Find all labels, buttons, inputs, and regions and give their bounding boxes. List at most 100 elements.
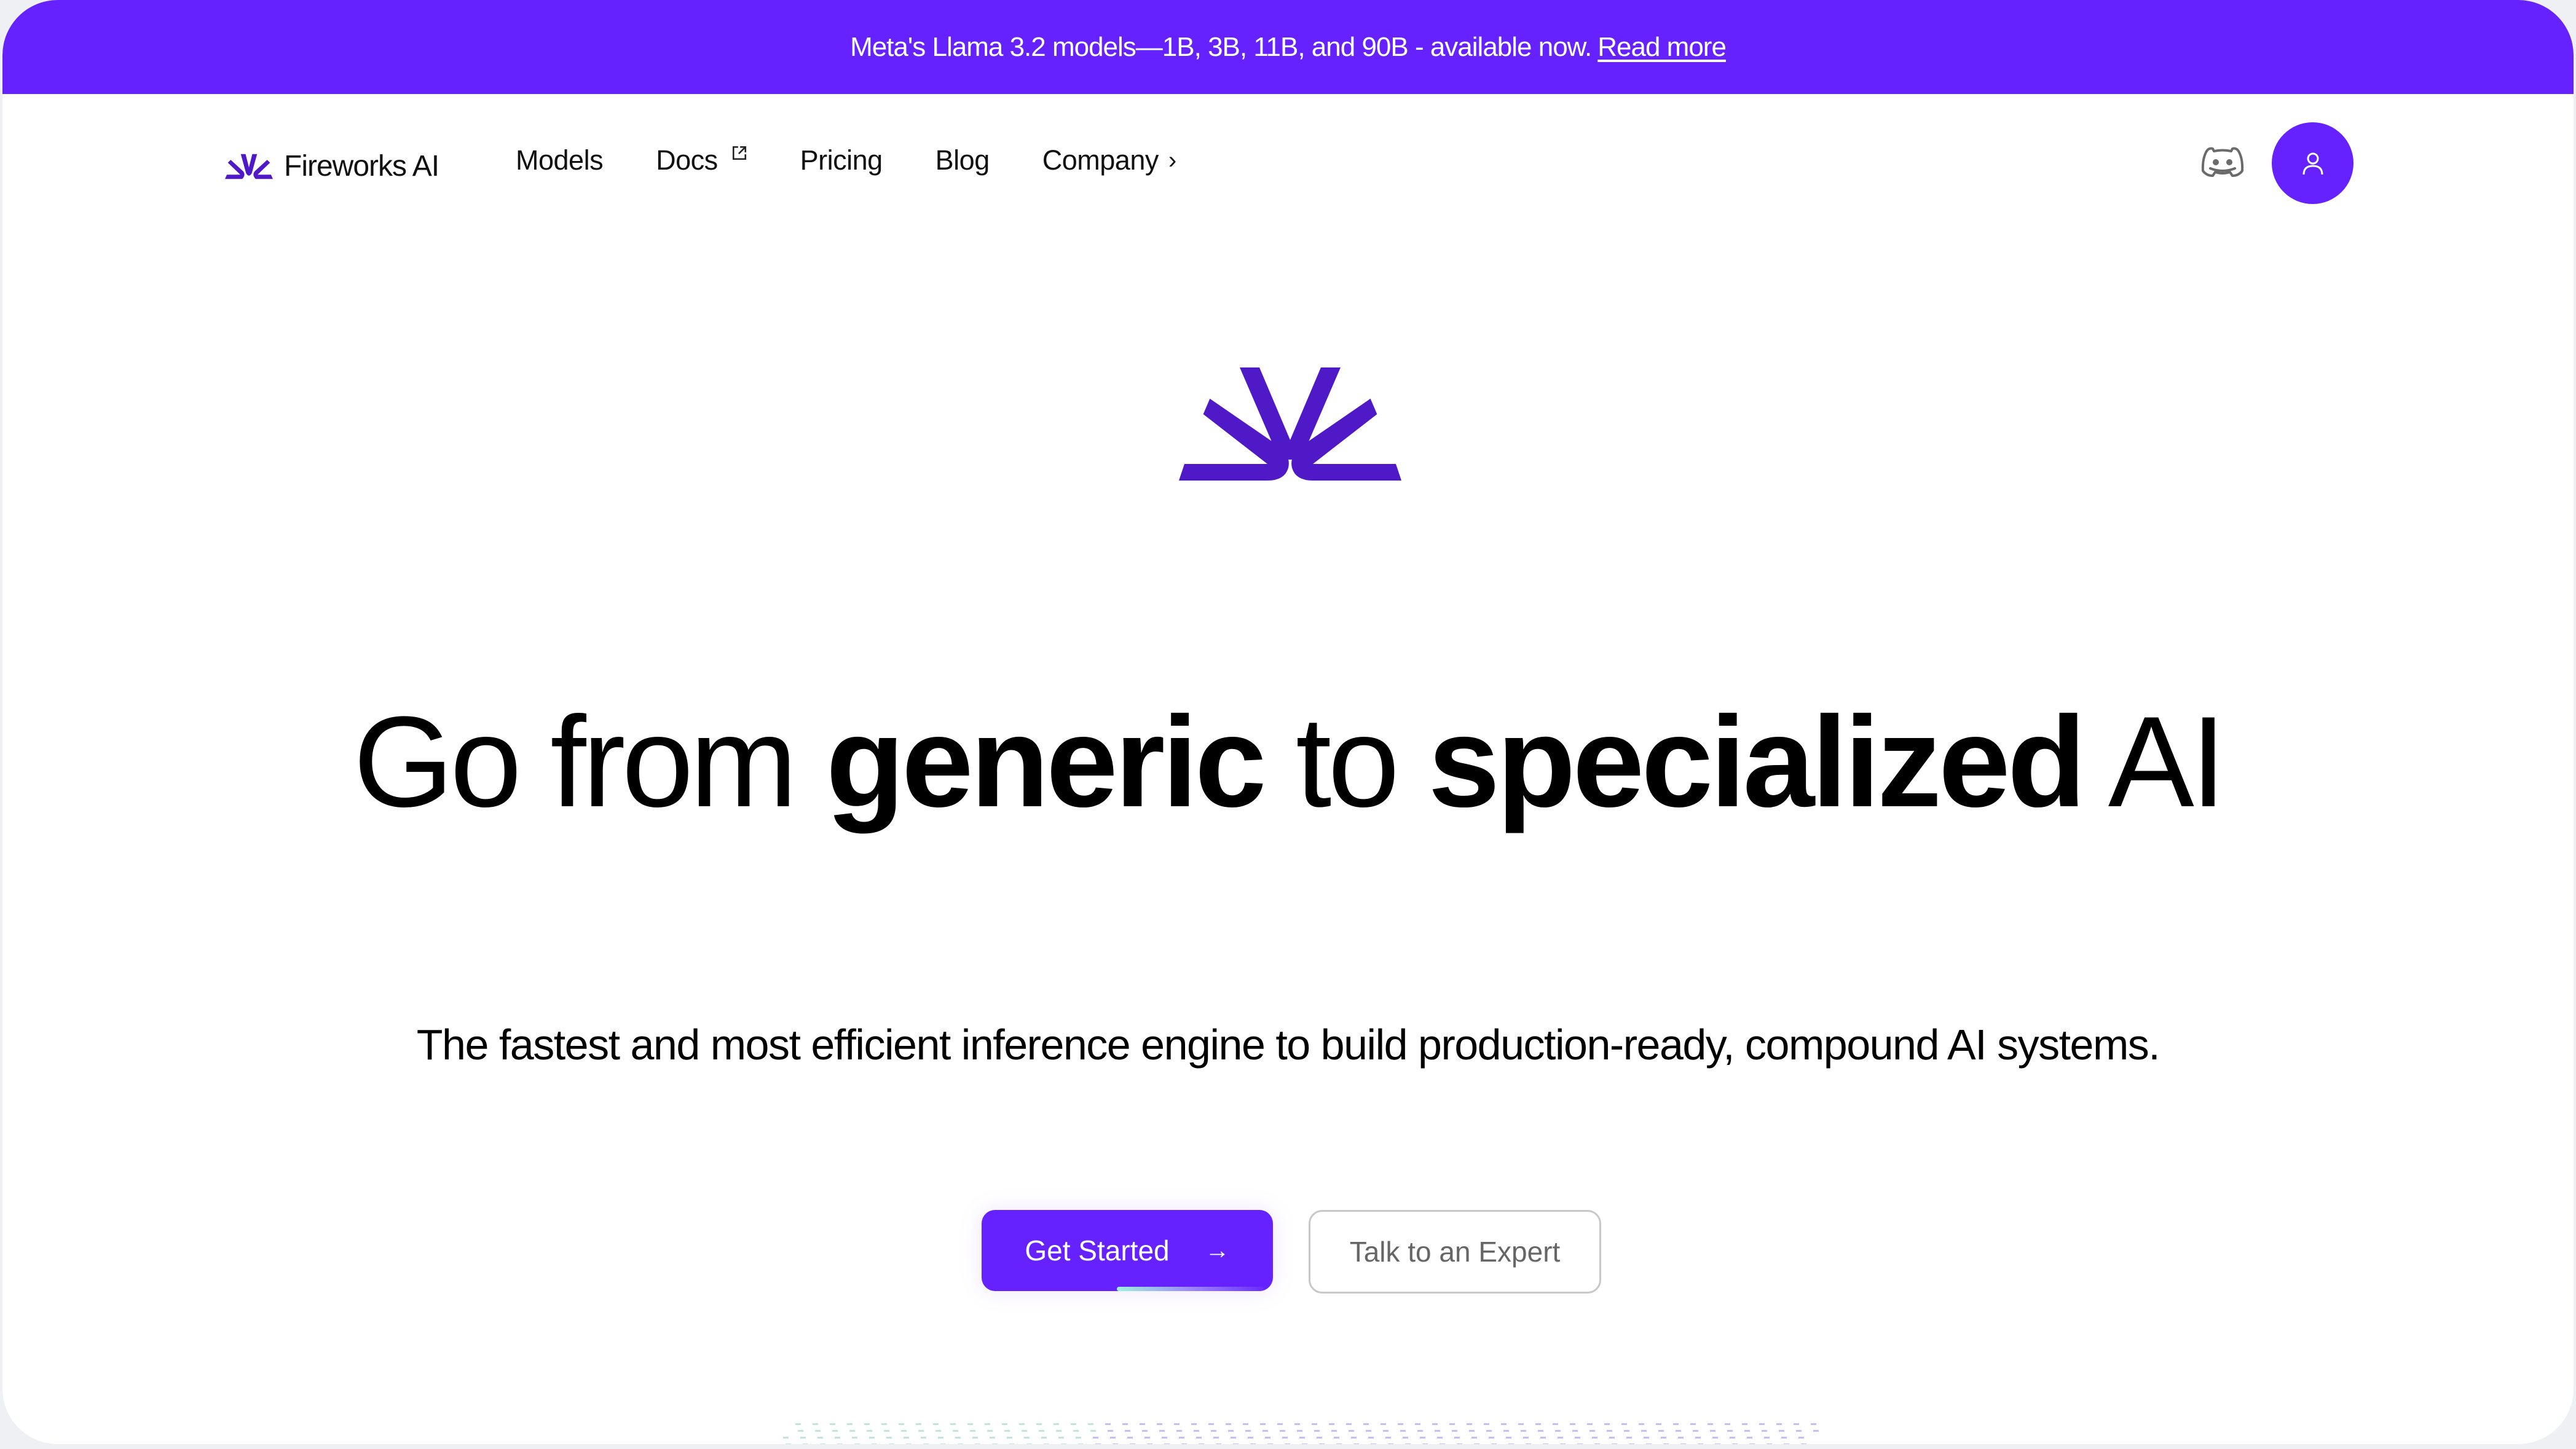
decorative-dot [1142,1430,1148,1432]
decorative-dot [933,1423,939,1425]
decorative-dot [1454,1437,1460,1439]
decorative-dot [1024,1437,1030,1439]
decorative-dot [1113,1443,1118,1444]
decorative-dot [1312,1423,1317,1425]
announcement-banner: Meta's Llama 3.2 models—1B, 3B, 11B, and… [2,0,2574,94]
decorative-dot [987,1430,993,1432]
nav-item-blog[interactable]: Blog [935,144,990,176]
decorative-dot [1801,1443,1806,1444]
nav-item-docs[interactable]: Docs [656,144,747,176]
decorative-dot [1440,1443,1445,1444]
decorative-dot [1260,1423,1266,1425]
decorative-dot [837,1443,843,1444]
nav-item-pricing[interactable]: Pricing [800,144,883,176]
decorative-dot [854,1443,860,1444]
decorative-dot [1612,1443,1617,1444]
decorative-dot [1022,1430,1027,1432]
decorative-dot [1088,1423,1093,1425]
decorative-dot [1140,1423,1145,1425]
nav-item-models[interactable]: Models [516,144,604,176]
headline-text: AI [2083,689,2226,834]
decorative-dot [1009,1443,1015,1444]
decorative-dot [1297,1430,1302,1432]
decorative-dot [1474,1443,1479,1444]
decorative-dot [1764,1437,1770,1439]
decorative-dot [1302,1443,1307,1444]
decorative-dot [1469,1430,1475,1432]
decorative-dot [1191,1423,1197,1425]
decorative-dot [1108,1430,1113,1432]
get-started-button[interactable]: Get Started → [982,1210,1273,1291]
decorative-dot [1054,1423,1059,1425]
brand-logo-link[interactable]: Fireworks AI [225,149,439,183]
decorative-dot [1231,1437,1236,1439]
decorative-dot-pattern [783,1423,1819,1444]
banner-read-more-link[interactable]: Read more [1597,32,1727,63]
decorative-dot [1125,1430,1130,1432]
decorative-dot [1452,1430,1457,1432]
decorative-dot [972,1437,978,1439]
decorative-dot [958,1443,963,1444]
decorative-dot [1639,1423,1644,1425]
decorative-dot [1351,1437,1357,1439]
decorative-dot [904,1437,909,1439]
hero-headline: Go from generic to specialized AI [2,688,2574,836]
decorative-dot [889,1443,894,1444]
decorative-dot [1535,1423,1541,1425]
decorative-dot [1607,1430,1612,1432]
decorative-dot [1503,1430,1509,1432]
decorative-dot [955,1437,961,1439]
decorative-dot [1245,1430,1251,1432]
nav-item-label: Docs [656,144,718,176]
decorative-dot [800,1437,806,1439]
decorative-dot [1560,1443,1566,1444]
browser-viewport: Meta's Llama 3.2 models—1B, 3B, 11B, and… [2,0,2574,1444]
decorative-dot [1130,1443,1135,1444]
decorative-dot [1592,1437,1597,1439]
decorative-dot [1629,1443,1634,1444]
decorative-dot [1538,1430,1543,1432]
decorative-dot [1164,1443,1170,1444]
decorative-dot [1036,1423,1042,1425]
decorative-dot [815,1430,821,1432]
decorative-dot [1317,1437,1322,1439]
decorative-dot [1194,1430,1199,1432]
decorative-dot [1398,1423,1403,1425]
decorative-dot [1759,1423,1765,1425]
decorative-dot [1523,1437,1529,1439]
decorative-dot [1572,1430,1578,1432]
decorative-dot [1196,1437,1202,1439]
decorative-dot [1159,1430,1165,1432]
nav-item-company[interactable]: Company › [1042,144,1176,176]
decorative-dot [1558,1437,1563,1439]
decorative-dot [1213,1437,1219,1439]
discord-icon[interactable] [2200,145,2245,179]
decorative-dot [1176,1430,1182,1432]
decorative-dot [1604,1423,1610,1425]
decorative-dot [1501,1423,1507,1425]
decorative-dot [1658,1430,1664,1432]
decorative-dot [881,1423,887,1425]
hero-subheadline: The fastest and most efficient inference… [416,1021,2160,1069]
decorative-dot [1587,1423,1593,1425]
external-link-icon [732,146,746,160]
decorative-dot [1331,1430,1337,1432]
decorative-dot [1570,1423,1575,1425]
decorative-dot [1294,1423,1300,1425]
decorative-dot [906,1443,912,1444]
decorative-dot [1248,1437,1253,1439]
decorative-dot [867,1430,872,1432]
decorative-dot [1417,1430,1423,1432]
decorative-dot [1609,1437,1615,1439]
decorative-dot [1208,1423,1214,1425]
decorative-dot [1747,1437,1752,1439]
decorative-dot [938,1437,943,1439]
decorative-dot [1484,1423,1489,1425]
talk-to-expert-button[interactable]: Talk to an Expert [1309,1210,1601,1294]
decorative-dot [1540,1437,1546,1439]
user-account-button[interactable] [2272,122,2353,204]
decorative-dot [1767,1443,1772,1444]
decorative-dot [830,1423,835,1425]
decorative-dot [1415,1423,1420,1425]
decorative-dot [918,1430,924,1432]
